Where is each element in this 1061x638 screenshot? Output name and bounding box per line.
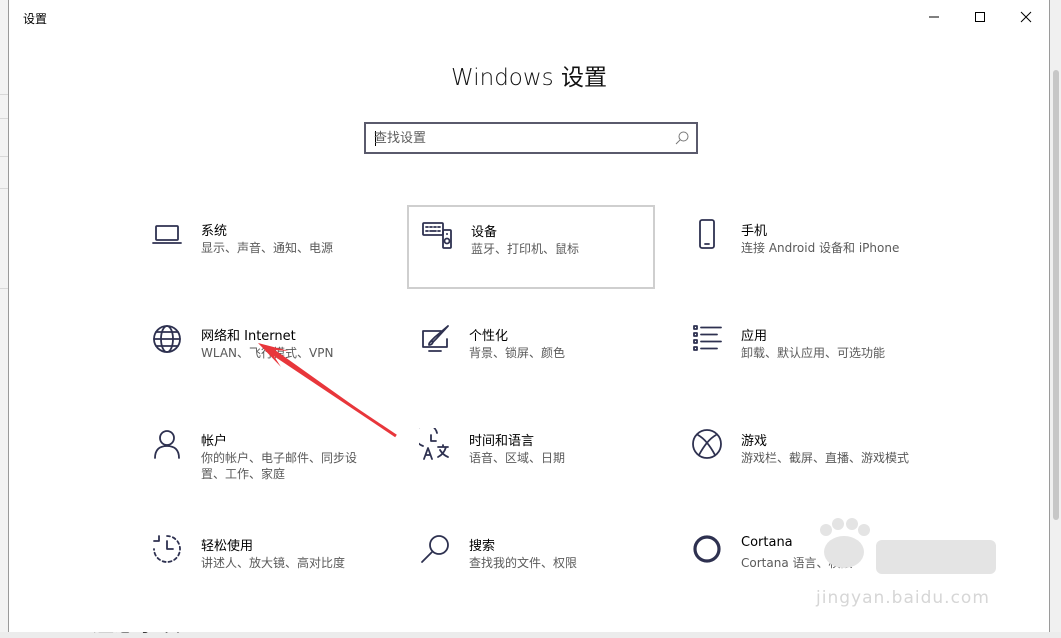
tile-subtitle: Cortana 语言、权限 xyxy=(741,556,853,570)
tile-ease-of-access[interactable]: 轻松使用 讲述人、放大镜、高对比度 xyxy=(139,521,387,605)
settings-window: 设置 Windows 设置 系统 显示、声音、通知、电源 xyxy=(8,0,1050,632)
tile-title: 帐户 xyxy=(201,434,228,449)
tile-subtitle: 蓝牙、打印机、鼠标 xyxy=(471,242,580,256)
title-bar[interactable]: 设置 xyxy=(9,0,1049,34)
globe-icon xyxy=(153,325,181,353)
window-title: 设置 xyxy=(23,12,48,26)
watermark-text: jingyan.baidu.com xyxy=(816,588,990,608)
tile-subtitle: 游戏栏、截屏、直播、游戏模式 xyxy=(741,451,910,465)
tile-system[interactable]: 系统 显示、声音、通知、电源 xyxy=(139,206,387,290)
tile-title: 应用 xyxy=(741,329,768,344)
search-icon[interactable] xyxy=(674,130,690,146)
tile-title: 手机 xyxy=(741,224,768,239)
search-box[interactable] xyxy=(364,122,698,154)
search-input[interactable] xyxy=(374,124,664,152)
clock-language-icon xyxy=(419,428,449,460)
app-list-icon xyxy=(693,325,722,351)
tile-personalization[interactable]: 个性化 背景、锁屏、颜色 xyxy=(407,311,655,395)
tile-phone[interactable]: 手机 连接 Android 设备和 iPhone xyxy=(679,206,927,290)
cortana-ring-icon xyxy=(693,535,721,563)
tile-subtitle: 连接 Android 设备和 iPhone xyxy=(741,241,900,255)
tile-network-internet[interactable]: 网络和 Internet WLAN、飞行模式、VPN xyxy=(139,311,387,395)
background-scrollbar-track[interactable] xyxy=(1050,0,1061,632)
tile-apps[interactable]: 应用 卸载、默认应用、可选功能 xyxy=(679,311,927,395)
keyboard-speaker-icon xyxy=(422,222,452,249)
tile-devices[interactable]: 设备 蓝牙、打印机、鼠标 xyxy=(407,205,655,289)
tile-gaming[interactable]: 游戏 游戏栏、截屏、直播、游戏模式 xyxy=(679,416,927,500)
tile-title: 游戏 xyxy=(741,434,768,449)
phone-icon xyxy=(699,219,715,249)
laptop-icon xyxy=(152,225,182,244)
tile-time-language[interactable]: 时间和语言 语音、区域、日期 xyxy=(407,416,655,500)
tile-subtitle: 语音、区域、日期 xyxy=(469,451,566,465)
tile-title: 个性化 xyxy=(469,329,509,344)
person-icon xyxy=(154,430,180,459)
xbox-icon xyxy=(692,429,722,459)
tile-title: 系统 xyxy=(201,224,228,239)
tile-title: 轻松使用 xyxy=(201,539,254,554)
tile-subtitle: 卸载、默认应用、可选功能 xyxy=(741,346,886,360)
tile-title: 设备 xyxy=(471,225,498,240)
close-button[interactable] xyxy=(1003,0,1049,34)
tile-title: 网络和 Internet xyxy=(201,329,296,344)
magnifier-icon xyxy=(421,535,449,563)
close-icon xyxy=(1020,11,1032,23)
minimize-button[interactable] xyxy=(911,0,957,34)
tile-subtitle: 背景、锁屏、颜色 xyxy=(469,346,566,360)
tile-accounts[interactable]: 帐户 你的帐户、电子邮件、同步设置、工作、家庭 xyxy=(139,416,387,500)
paintbrush-monitor-icon xyxy=(422,325,449,352)
tile-subtitle: 你的帐户、电子邮件、同步设置、工作、家庭 xyxy=(201,451,358,481)
background-window-edge xyxy=(0,0,8,632)
page-title: Windows 设置 xyxy=(451,65,607,91)
tile-title: 搜索 xyxy=(469,539,496,554)
background-scrollbar-thumb[interactable] xyxy=(1053,70,1059,520)
minimize-icon xyxy=(929,16,939,18)
tile-subtitle: WLAN、飞行模式、VPN xyxy=(201,346,334,360)
tile-subtitle: 显示、声音、通知、电源 xyxy=(201,241,334,255)
maximize-button[interactable] xyxy=(957,0,1003,34)
tile-subtitle: 查找我的文件、权限 xyxy=(469,556,578,570)
tile-title: 时间和语言 xyxy=(469,434,535,449)
tile-subtitle: 讲述人、放大镜、高对比度 xyxy=(201,556,346,570)
maximize-icon xyxy=(975,12,985,22)
tile-title: Cortana xyxy=(741,535,793,550)
ease-of-access-icon xyxy=(153,535,181,563)
tile-search[interactable]: 搜索 查找我的文件、权限 xyxy=(407,521,655,605)
